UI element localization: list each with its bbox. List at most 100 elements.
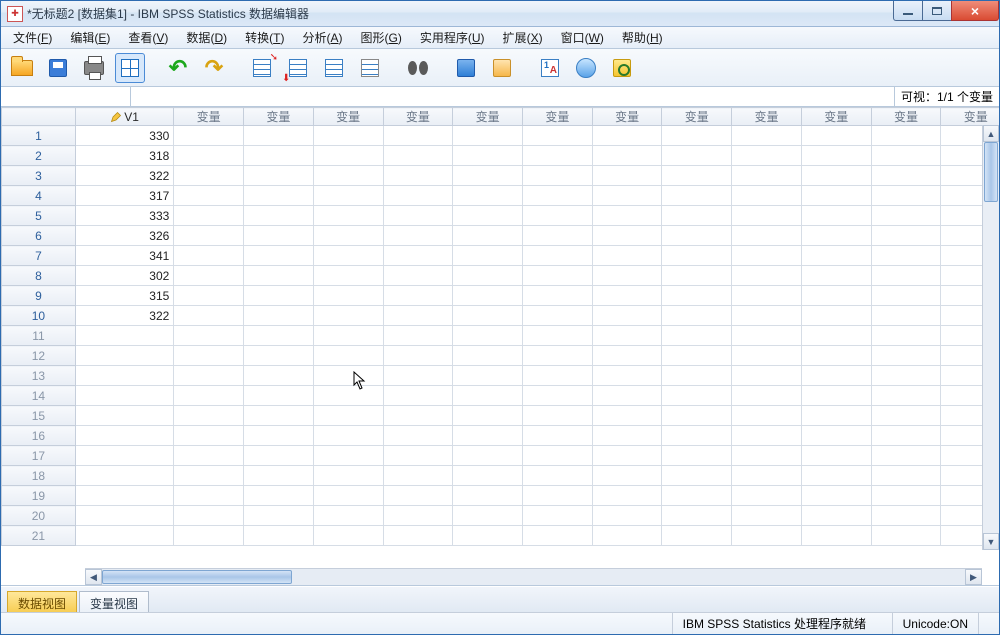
empty-cell[interactable]	[313, 326, 383, 346]
empty-cell[interactable]	[662, 526, 732, 546]
open-button[interactable]	[7, 53, 37, 83]
empty-cell[interactable]	[383, 226, 453, 246]
empty-cell[interactable]	[174, 406, 244, 426]
column-header-empty[interactable]: 变量	[732, 108, 802, 126]
empty-cell[interactable]	[453, 306, 523, 326]
empty-cell[interactable]	[662, 266, 732, 286]
run-descriptives-button[interactable]	[355, 53, 385, 83]
row-header[interactable]: 17	[2, 446, 76, 466]
empty-cell[interactable]	[174, 226, 244, 246]
empty-cell[interactable]	[801, 466, 871, 486]
data-cell[interactable]: 322	[75, 306, 173, 326]
column-header-empty[interactable]: 变量	[801, 108, 871, 126]
empty-cell[interactable]	[732, 126, 802, 146]
table-row[interactable]: 12	[2, 346, 1000, 366]
column-header-empty[interactable]: 变量	[941, 108, 999, 126]
cell-reference-box[interactable]	[1, 87, 131, 106]
empty-cell[interactable]	[313, 146, 383, 166]
empty-cell[interactable]	[453, 286, 523, 306]
column-header-empty[interactable]: 变量	[174, 108, 244, 126]
empty-cell[interactable]	[313, 226, 383, 246]
menu-analyze[interactable]: 分析(A)	[294, 27, 350, 48]
empty-cell[interactable]	[174, 306, 244, 326]
table-row[interactable]: 13	[2, 366, 1000, 386]
empty-cell[interactable]	[662, 186, 732, 206]
empty-cell[interactable]	[732, 386, 802, 406]
scroll-right-button[interactable]: ▶	[965, 569, 982, 585]
empty-cell[interactable]	[453, 206, 523, 226]
empty-cell[interactable]	[522, 226, 592, 246]
data-cell[interactable]	[75, 426, 173, 446]
empty-cell[interactable]	[244, 246, 314, 266]
table-row[interactable]: 7341	[2, 246, 1000, 266]
empty-cell[interactable]	[732, 186, 802, 206]
empty-cell[interactable]	[522, 166, 592, 186]
table-row[interactable]: 5333	[2, 206, 1000, 226]
empty-cell[interactable]	[174, 506, 244, 526]
empty-cell[interactable]	[732, 446, 802, 466]
empty-cell[interactable]	[453, 426, 523, 446]
empty-cell[interactable]	[453, 386, 523, 406]
empty-cell[interactable]	[592, 346, 662, 366]
column-header-empty[interactable]: 变量	[244, 108, 314, 126]
empty-cell[interactable]	[383, 326, 453, 346]
data-cell[interactable]: 330	[75, 126, 173, 146]
close-button[interactable]: ×	[951, 1, 999, 21]
empty-cell[interactable]	[522, 386, 592, 406]
data-cell[interactable]	[75, 386, 173, 406]
empty-cell[interactable]	[592, 366, 662, 386]
empty-cell[interactable]	[383, 526, 453, 546]
empty-cell[interactable]	[871, 166, 941, 186]
empty-cell[interactable]	[871, 506, 941, 526]
row-header[interactable]: 19	[2, 486, 76, 506]
empty-cell[interactable]	[592, 386, 662, 406]
empty-cell[interactable]	[871, 446, 941, 466]
data-cell[interactable]: 341	[75, 246, 173, 266]
menu-view[interactable]: 查看(V)	[120, 27, 176, 48]
empty-cell[interactable]	[522, 126, 592, 146]
empty-cell[interactable]	[313, 446, 383, 466]
table-row[interactable]: 17	[2, 446, 1000, 466]
empty-cell[interactable]	[174, 426, 244, 446]
empty-cell[interactable]	[453, 266, 523, 286]
split-file-button[interactable]	[451, 53, 481, 83]
table-row[interactable]: 21	[2, 526, 1000, 546]
empty-cell[interactable]	[592, 186, 662, 206]
empty-cell[interactable]	[313, 426, 383, 446]
empty-cell[interactable]	[383, 166, 453, 186]
row-header[interactable]: 13	[2, 366, 76, 386]
data-cell[interactable]	[75, 486, 173, 506]
empty-cell[interactable]	[313, 526, 383, 546]
empty-cell[interactable]	[174, 246, 244, 266]
empty-cell[interactable]	[801, 266, 871, 286]
empty-cell[interactable]	[174, 346, 244, 366]
scroll-up-button[interactable]: ▲	[983, 125, 999, 142]
empty-cell[interactable]	[174, 326, 244, 346]
empty-cell[interactable]	[732, 406, 802, 426]
goto-variable-button[interactable]: ⬇	[283, 53, 313, 83]
empty-cell[interactable]	[174, 186, 244, 206]
empty-cell[interactable]	[174, 286, 244, 306]
empty-cell[interactable]	[174, 206, 244, 226]
empty-cell[interactable]	[383, 386, 453, 406]
empty-cell[interactable]	[174, 446, 244, 466]
empty-cell[interactable]	[453, 246, 523, 266]
empty-cell[interactable]	[801, 146, 871, 166]
empty-cell[interactable]	[801, 206, 871, 226]
empty-cell[interactable]	[453, 166, 523, 186]
empty-cell[interactable]	[592, 246, 662, 266]
empty-cell[interactable]	[383, 506, 453, 526]
empty-cell[interactable]	[732, 286, 802, 306]
empty-cell[interactable]	[732, 506, 802, 526]
empty-cell[interactable]	[522, 506, 592, 526]
empty-cell[interactable]	[801, 486, 871, 506]
empty-cell[interactable]	[592, 446, 662, 466]
empty-cell[interactable]	[732, 306, 802, 326]
menu-edit[interactable]: 编辑(E)	[62, 27, 118, 48]
column-header-empty[interactable]: 变量	[453, 108, 523, 126]
empty-cell[interactable]	[662, 466, 732, 486]
column-header-empty[interactable]: 变量	[662, 108, 732, 126]
empty-cell[interactable]	[801, 326, 871, 346]
empty-cell[interactable]	[383, 486, 453, 506]
empty-cell[interactable]	[244, 166, 314, 186]
